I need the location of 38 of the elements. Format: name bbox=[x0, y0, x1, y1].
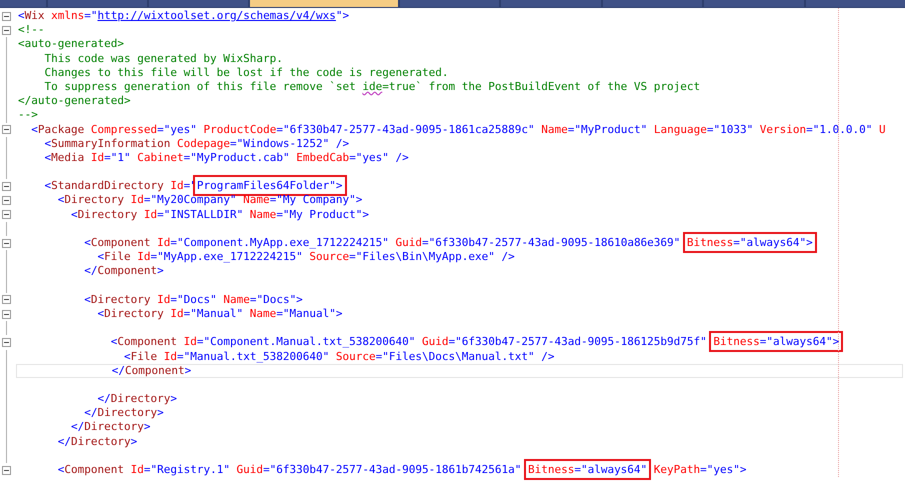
collapse-icon[interactable] bbox=[2, 26, 10, 35]
code-text: <Component Id="Registry.1" Guid="6f330b47-2577-43ad-9095-1861b742561a" bbox=[56, 463, 522, 476]
collapse-icon[interactable] bbox=[2, 338, 10, 347]
collapse-icon[interactable] bbox=[2, 210, 10, 220]
code-text: </Directory> bbox=[83, 406, 164, 420]
code-text: <SummaryInformation Codepage="Windows-1252" /> bbox=[43, 136, 350, 150]
code-text: <File Id="Manual.txt_538200640" Source="Files\Docs\Manual.txt" /> bbox=[122, 350, 554, 362]
code-text: To suppress generation of this file remove `set ide=true` from the PostBuildEvent of the VS project bbox=[43, 80, 700, 93]
code-text: </Component> bbox=[83, 264, 164, 278]
code-text: <auto-generated> bbox=[18, 37, 124, 50]
code-text: <Directory Id="My20Company" Name="My Company"> bbox=[56, 193, 362, 206]
code-text: <Component Id="Component.MyApp.exe_1712224215" Guid="6f330b47-2577-43ad-9095-18610a86e369" bbox=[83, 236, 682, 249]
code-text: </Directory> bbox=[56, 434, 138, 448]
code-text: Changes to this file will be lost if the code is regenerated. bbox=[43, 66, 448, 79]
collapse-icon[interactable] bbox=[2, 196, 10, 206]
code-text: <Directory Id="Manual" Name="Manual"> bbox=[96, 306, 343, 320]
code-text: </Directory> bbox=[70, 420, 150, 434]
code-text: <!-- bbox=[18, 23, 44, 36]
code-text: <Directory Id="Docs" Name="Docs"> bbox=[83, 292, 303, 306]
code-text: --> bbox=[18, 108, 38, 122]
collapse-icon[interactable] bbox=[2, 295, 10, 304]
code-text: <Component Id="Component.Manual.txt_538200640" Guid="6f330b47-2577-43ad-9095-186125b9d75f" bbox=[110, 335, 708, 348]
code-text: KeyPath="yes"> bbox=[652, 463, 747, 476]
code-text: <Package Compressed="yes" ProductCode="6f330b47-2577-43ad-9095-1861ca25889c" Name="MyProduct" Language="1033" Version="1.0.0.0" U bbox=[30, 122, 886, 136]
code-text: </Component> bbox=[110, 364, 192, 377]
code-text: <Directory Id="INSTALLDIR" Name="My Product"> bbox=[70, 208, 370, 221]
code-text: <Wix xmlns="http://wixtoolset.org/schemas/v4/wxs"> bbox=[18, 9, 350, 22]
collapse-icon[interactable] bbox=[2, 466, 10, 475]
collapse-icon[interactable] bbox=[2, 12, 10, 21]
collapse-icon[interactable] bbox=[2, 238, 10, 248]
code-text: </Directory> bbox=[96, 392, 177, 406]
code-text: <File Id="MyApp.exe_1712224215" Source="Files\Bin\MyApp.exe" /> bbox=[96, 250, 515, 264]
collapse-icon[interactable] bbox=[2, 125, 10, 134]
collapse-icon[interactable] bbox=[2, 310, 10, 319]
code-text: This code was generated by WixSharp. bbox=[43, 52, 283, 65]
collapse-icon[interactable] bbox=[2, 182, 10, 191]
code-text: </auto-generated> bbox=[18, 94, 131, 108]
code-text: <Media Id="1" Cabinet="MyProduct.cab" EmbedCab="yes" /> bbox=[43, 150, 409, 164]
